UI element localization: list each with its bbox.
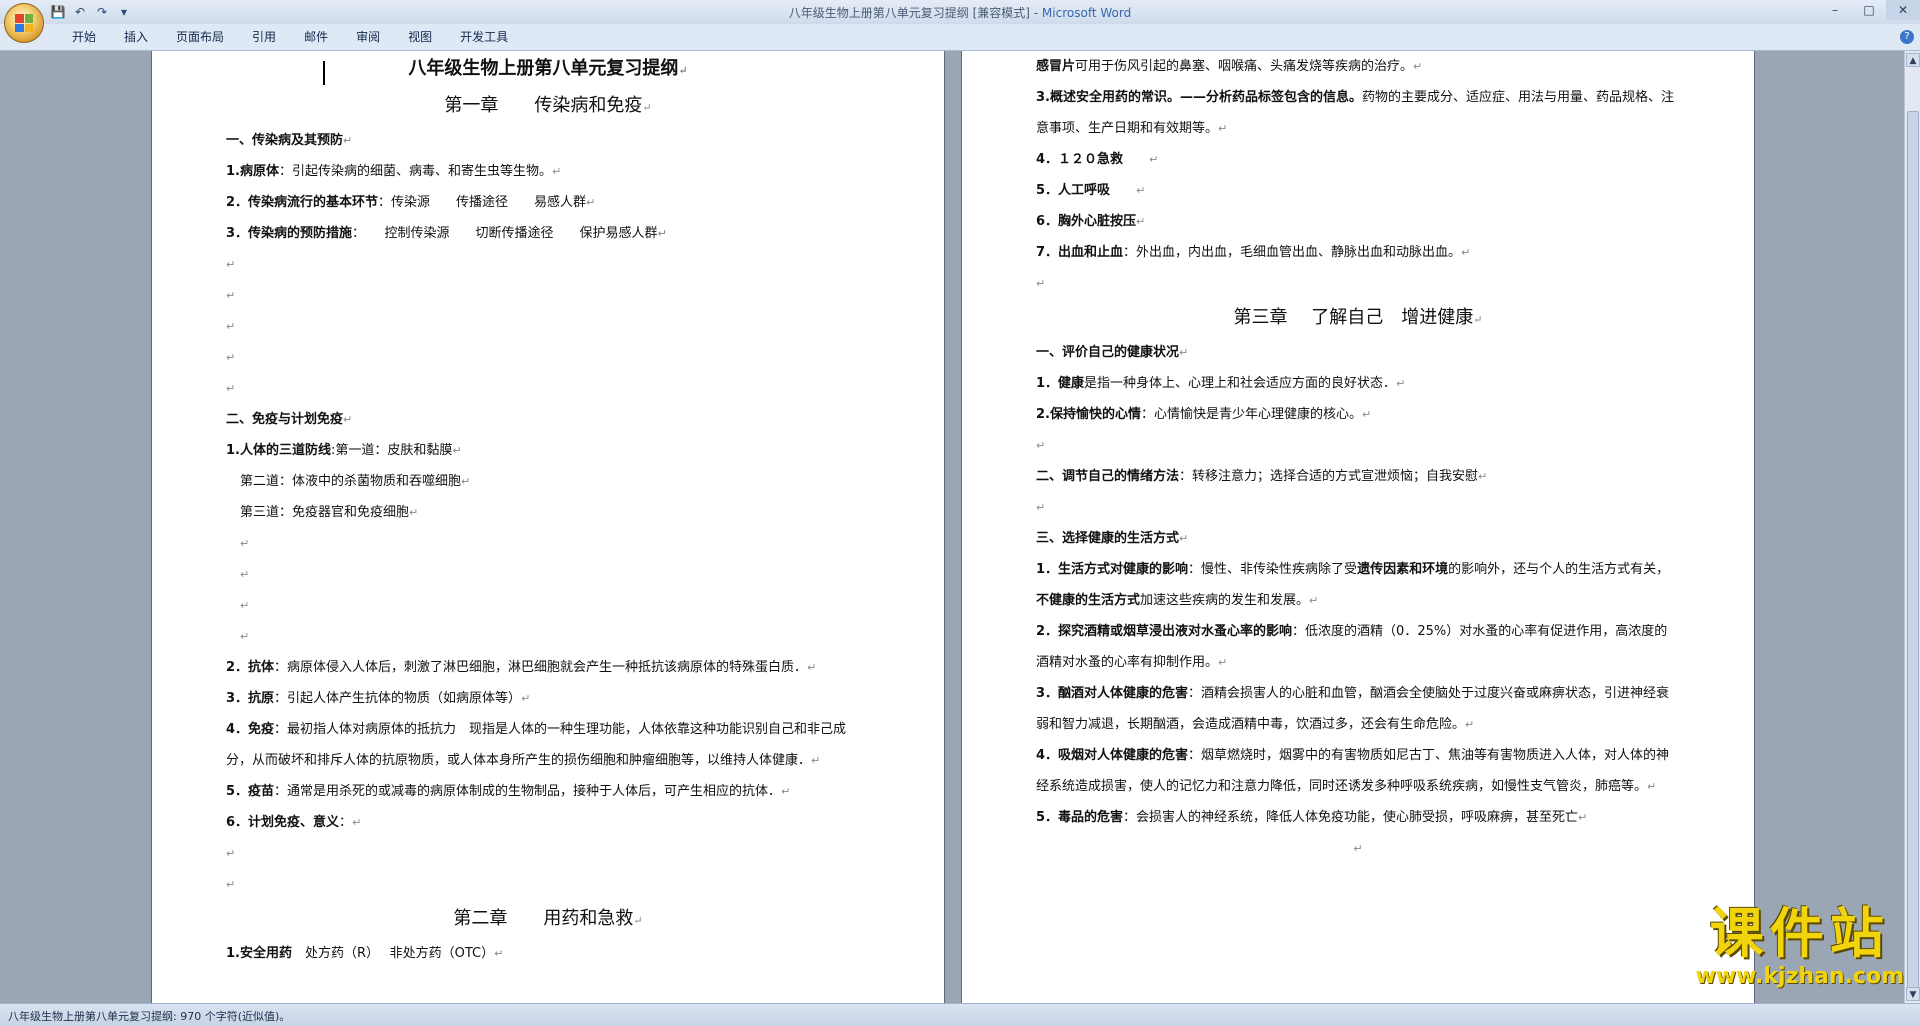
office-logo-icon	[15, 14, 33, 32]
paragraph: 3．酗酒对人体健康的危害：酒精会损害人的心脏和血管，酗酒会全使脑处于过度兴奋或麻…	[1036, 686, 1670, 732]
ribbon-tabs: 开始 插入 页面布局 引用 邮件 审阅 视图 开发工具 ?	[0, 24, 1920, 51]
empty-paragraph: ↵	[240, 537, 250, 550]
watermark-logo: 课件站 www.kjzhan.com	[1695, 902, 1904, 990]
paragraph: 5．疫苗：通常是用杀死的或减毒的病原体制成的生物制品，接种于人体后，可产生相应的…	[226, 784, 791, 799]
paragraph: 4．１２０急救 ↵	[1036, 152, 1159, 167]
quick-access-toolbar: 💾 ↶ ↷ ▾	[50, 3, 132, 21]
tab-developer[interactable]: 开发工具	[446, 29, 522, 45]
empty-paragraph: ↵	[226, 258, 236, 271]
maximize-button[interactable]: □	[1852, 0, 1886, 20]
empty-paragraph: ↵	[226, 382, 236, 395]
chapter-heading: 第一章 传染病和免疫↵	[444, 95, 652, 116]
scrollbar-thumb[interactable]	[1907, 111, 1919, 991]
minimize-button[interactable]: –	[1818, 0, 1852, 20]
chapter-heading: 第二章 用药和急救↵	[453, 908, 643, 929]
paragraph: 2．探究酒精或烟草浸出液对水蚤心率的影响：低浓度的酒精（0．25%）对水蚤的心率…	[1036, 624, 1668, 670]
paragraph: 1.安全用药 处方药（R） 非处方药（OTC）↵	[226, 946, 504, 961]
tab-page-layout[interactable]: 页面布局	[162, 29, 238, 45]
empty-paragraph: ↵	[226, 847, 236, 860]
tab-references[interactable]: 引用	[238, 29, 290, 45]
close-button[interactable]: ✕	[1886, 0, 1920, 20]
paragraph: 1.病原体：引起传染病的细菌、病毒、和寄生虫等生物。↵	[226, 164, 562, 179]
paragraph: 7．出血和止血：外出血，内出血，毛细血管出血、静脉出血和动脉出血。↵	[1036, 245, 1471, 260]
paragraph: 6．胸外心脏按压↵	[1036, 214, 1146, 229]
empty-paragraph: ↵	[1036, 439, 1046, 452]
save-icon[interactable]: 💾	[50, 4, 66, 20]
paragraph: 2．抗体：病原体侵入人体后，刺激了淋巴细胞，淋巴细胞就会产生一种抵抗该病原体的特…	[226, 660, 817, 675]
help-icon[interactable]: ?	[1900, 30, 1914, 44]
redo-icon[interactable]: ↷	[94, 4, 110, 20]
undo-icon[interactable]: ↶	[72, 4, 88, 20]
empty-paragraph: ↵	[1353, 842, 1363, 855]
paragraph: 4．免疫：最初指人体对病原体的抵抗力 现指是人体的一种生理功能，人体依靠这种功能…	[226, 722, 847, 768]
empty-paragraph: ↵	[240, 568, 250, 581]
document-workspace: 八年级生物上册第八单元复习提纲↵ 第一章 传染病和免疫↵ 一、传染病及其预防↵ …	[0, 51, 1904, 1003]
window-controls: – □ ✕	[1818, 0, 1920, 20]
status-text: 八年级生物上册第八单元复习提纲: 970 个字符(近似值)。	[8, 1010, 291, 1023]
section-heading: 二、免疫与计划免疫↵	[226, 412, 353, 427]
paragraph: 3．传染病的预防措施： 控制传染源 切断传播途径 保护易感人群↵	[226, 226, 667, 241]
window-title: 八年级生物上册第八单元复习提纲 [兼容模式] - Microsoft Word	[788, 6, 1132, 20]
paragraph: 1．健康是指一种身体上、心理上和社会适应方面的良好状态．↵	[1036, 376, 1406, 391]
paragraph: 3.概述安全用药的常识。——分析药品标签包含的信息。药物的主要成分、适应症、用法…	[1036, 90, 1674, 136]
empty-paragraph: ↵	[1036, 501, 1046, 514]
section-heading: 一、传染病及其预防↵	[226, 133, 353, 148]
paragraph: 4．吸烟对人体健康的危害：烟草燃烧时，烟雾中的有害物质如尼古丁、焦油等有害物质进…	[1036, 748, 1670, 794]
paragraph: 6．计划免疫、意义：↵	[226, 815, 362, 830]
section-heading: 一、评价自己的健康状况↵	[1036, 345, 1189, 360]
document-title: 八年级生物上册第八单元复习提纲↵	[408, 58, 688, 79]
paragraph: 1.人体的三道防线:第一道：皮肤和黏膜↵	[226, 443, 462, 458]
paragraph: 5．人工呼吸 ↵	[1036, 183, 1146, 198]
scroll-up-icon[interactable]: ▲	[1906, 53, 1920, 67]
status-bar: 八年级生物上册第八单元复习提纲: 970 个字符(近似值)。	[0, 1003, 1920, 1026]
title-bar: 八年级生物上册第八单元复习提纲 [兼容模式] - Microsoft Word …	[0, 0, 1920, 25]
section-heading: 三、选择健康的生活方式↵	[1036, 531, 1189, 546]
paragraph: 感冒片可用于伤风引起的鼻塞、咽喉痛、头痛发烧等疾病的治疗。↵	[1036, 59, 1423, 74]
paragraph: 3．抗原：引起人体产生抗体的物质（如病原体等）↵	[226, 691, 531, 706]
customize-qat-icon[interactable]: ▾	[116, 4, 132, 20]
empty-paragraph: ↵	[240, 630, 250, 643]
empty-paragraph: ↵	[240, 599, 250, 612]
tab-mailings[interactable]: 邮件	[290, 29, 342, 45]
tab-home[interactable]: 开始	[58, 29, 110, 45]
tab-insert[interactable]: 插入	[110, 29, 162, 45]
empty-paragraph: ↵	[226, 878, 236, 891]
paragraph: 5．毒品的危害：会损害人的神经系统，降低人体免疫功能，使心肺受损，呼吸麻痹，甚至…	[1036, 810, 1588, 825]
document-page-left[interactable]: 八年级生物上册第八单元复习提纲↵ 第一章 传染病和免疫↵ 一、传染病及其预防↵ …	[152, 51, 944, 1003]
scroll-down-icon[interactable]: ▼	[1906, 987, 1920, 1001]
paragraph: 第三道：免疫器官和免疫细胞↵	[240, 505, 419, 520]
office-button[interactable]	[4, 3, 44, 43]
paragraph: 2.保持愉快的心情：心情愉快是青少年心理健康的核心。↵	[1036, 407, 1372, 422]
empty-paragraph: ↵	[1036, 277, 1046, 290]
paragraph: 1．生活方式对健康的影响：慢性、非传染性疾病除了受遗传因素和环境的影响外，还与个…	[1036, 562, 1670, 608]
section-heading: 二、调节自己的情绪方法：转移注意力；选择合适的方式宣泄烦恼；自我安慰↵	[1036, 469, 1488, 484]
paragraph: 第二道：体液中的杀菌物质和吞噬细胞↵	[240, 474, 471, 489]
tab-view[interactable]: 视图	[394, 29, 446, 45]
watermark-url: www.kjzhan.com	[1695, 964, 1904, 989]
tab-review[interactable]: 审阅	[342, 29, 394, 45]
empty-paragraph: ↵	[226, 289, 236, 302]
empty-paragraph: ↵	[226, 351, 236, 364]
empty-paragraph: ↵	[226, 320, 236, 333]
chapter-heading: 第三章 了解自己 增进健康↵	[1233, 307, 1483, 328]
document-page-right[interactable]: 感冒片可用于伤风引起的鼻塞、咽喉痛、头痛发烧等疾病的治疗。↵ 3.概述安全用药的…	[962, 51, 1754, 1003]
vertical-scrollbar[interactable]: ▲ ▼	[1904, 51, 1920, 1003]
watermark-text: 课件站	[1709, 902, 1890, 965]
paragraph: 2．传染病流行的基本环节：传染源 传播途径 易感人群↵	[226, 195, 596, 210]
